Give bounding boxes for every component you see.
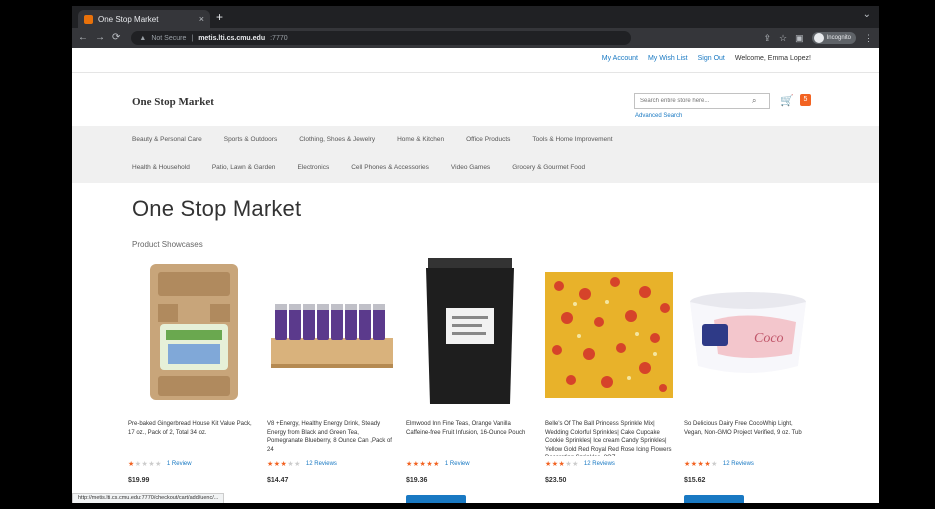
product-name[interactable]: Pre-baked Gingerbread House Kit Value Pa… [128, 420, 256, 456]
url-separator: | [191, 34, 194, 42]
product-rating: ★★★★★ 12 Reviews [267, 460, 395, 468]
favicon-icon [84, 14, 93, 24]
tab-close-icon[interactable]: × [199, 14, 204, 24]
url-path: :7770 [270, 34, 288, 42]
status-bar-url: http://metis.lti.cs.cmu.edu:7770/checkou… [72, 493, 225, 503]
tab-title: One Stop Market [98, 14, 159, 24]
not-secure-icon: ▲ [139, 34, 147, 42]
cart-count-badge: 5 [800, 94, 811, 106]
product-image-sprinkles[interactable] [545, 258, 673, 408]
product-price: $19.99 [128, 477, 150, 484]
reviews-link[interactable]: 1 Review [445, 461, 470, 467]
url-host: metis.lti.cs.cmu.edu [198, 34, 266, 42]
category-nav: Beauty & Personal Care Sports & Outdoors… [72, 126, 879, 183]
reload-button[interactable]: ⟳ [112, 33, 120, 43]
category-health[interactable]: Health & Household [132, 164, 190, 171]
profile-avatar [813, 33, 824, 43]
product-card: Pre-baked Gingerbread House Kit Value Pa… [128, 258, 256, 484]
rating-stars: ★★★★★ [684, 461, 718, 468]
search-icon[interactable]: ⌕ [752, 96, 756, 106]
my-account-link[interactable]: My Account [602, 55, 638, 62]
welcome-message: Welcome, Emma Lopez! [734, 55, 811, 62]
rating-stars: ★★★★★ [545, 461, 579, 468]
svg-text:Coco: Coco [754, 331, 784, 346]
category-office[interactable]: Office Products [466, 136, 510, 143]
header-divider [72, 72, 879, 73]
add-to-cart-button[interactable] [406, 495, 466, 503]
product-card: Coco So Delicious Dairy Free CocoWhip Li… [684, 258, 812, 484]
product-card: Elmwood Inn Fine Teas, Orange Vanilla Ca… [406, 258, 534, 484]
profile-button[interactable]: Incognito [811, 32, 856, 44]
my-wish-list-link[interactable]: My Wish List [648, 55, 688, 62]
product-rating: ★★★★★ 1 Review [406, 460, 534, 468]
new-tab-button[interactable]: + [216, 10, 223, 24]
browser-tab[interactable]: One Stop Market × [78, 10, 210, 28]
section-title: Product Showcases [132, 240, 203, 249]
tab-strip: One Stop Market × + ⌄ [72, 6, 879, 28]
search-input[interactable] [640, 98, 752, 104]
not-secure-label: Not Secure [151, 34, 187, 42]
back-button[interactable]: ← [78, 33, 88, 43]
category-home-kitchen[interactable]: Home & Kitchen [397, 136, 444, 143]
add-to-cart-button[interactable] [684, 495, 744, 503]
advanced-search-link[interactable]: Advanced Search [635, 113, 682, 119]
rating-stars: ★★★★★ [128, 461, 162, 468]
product-rating: ★★★★★ 12 Reviews [684, 460, 812, 468]
product-image-v8[interactable] [267, 258, 395, 408]
category-grocery[interactable]: Grocery & Gourmet Food [512, 164, 585, 171]
category-cell-phones[interactable]: Cell Phones & Accessories [351, 164, 429, 171]
category-electronics[interactable]: Electronics [297, 164, 329, 171]
tab-search-icon[interactable]: ⌄ [863, 9, 871, 20]
reviews-link[interactable]: 12 Reviews [723, 461, 754, 467]
product-rating: ★★★★★ 1 Review [128, 460, 256, 468]
product-price: $19.36 [406, 477, 428, 484]
category-beauty[interactable]: Beauty & Personal Care [132, 136, 202, 143]
product-price: $23.50 [545, 477, 567, 484]
reviews-link[interactable]: 12 Reviews [306, 461, 337, 467]
product-name[interactable]: Belle's Of The Ball Princess Sprinkle Mi… [545, 420, 673, 456]
header-links: My Account My Wish List Sign Out Welcome… [602, 55, 811, 62]
product-card: Belle's Of The Ball Princess Sprinkle Mi… [545, 258, 673, 484]
product-price: $15.62 [684, 477, 706, 484]
browser-toolbar: ← → ⟳ ▲ Not Secure | metis.lti.cs.cmu.ed… [72, 28, 879, 48]
rating-stars: ★★★★★ [267, 461, 301, 468]
product-card: V8 +Energy, Healthy Energy Drink, Steady… [267, 258, 395, 484]
reviews-link[interactable]: 1 Review [167, 461, 192, 467]
bookmark-star-icon[interactable]: ☆ [779, 33, 787, 44]
category-patio[interactable]: Patio, Lawn & Garden [212, 164, 276, 171]
product-image-tea[interactable] [406, 258, 534, 408]
web-page: My Account My Wish List Sign Out Welcome… [72, 48, 879, 503]
share-icon[interactable]: ⇪ [764, 33, 772, 44]
category-sports[interactable]: Sports & Outdoors [224, 136, 277, 143]
forward-button[interactable]: → [95, 33, 105, 43]
rating-stars: ★★★★★ [406, 461, 440, 468]
cart-icon[interactable]: 🛒 [780, 94, 794, 107]
browser-window: One Stop Market × + ⌄ ← → ⟳ ▲ Not Secure… [72, 6, 879, 503]
category-clothing[interactable]: Clothing, Shoes & Jewelry [299, 136, 375, 143]
category-row-2: Health & Household Patio, Lawn & Garden … [132, 164, 585, 171]
product-image-cocowhip[interactable]: Coco [684, 258, 812, 408]
product-showcase: Pre-baked Gingerbread House Kit Value Pa… [128, 258, 818, 503]
sign-out-link[interactable]: Sign Out [698, 55, 725, 62]
product-name[interactable]: Elmwood Inn Fine Teas, Orange Vanilla Ca… [406, 420, 534, 456]
product-rating: ★★★★★ 12 Reviews [545, 460, 673, 468]
category-row-1: Beauty & Personal Care Sports & Outdoors… [132, 136, 613, 143]
search-box: ⌕ [634, 93, 770, 109]
product-name[interactable]: V8 +Energy, Healthy Energy Drink, Steady… [267, 420, 395, 456]
product-name[interactable]: So Delicious Dairy Free CocoWhip Light, … [684, 420, 812, 456]
product-image-gingerbread[interactable] [128, 258, 256, 408]
reviews-link[interactable]: 12 Reviews [584, 461, 615, 467]
page-title: One Stop Market [132, 196, 302, 221]
extensions-icon[interactable]: ▣ [795, 33, 804, 44]
store-logo[interactable]: One Stop Market [132, 96, 214, 108]
category-video-games[interactable]: Video Games [451, 164, 490, 171]
category-tools[interactable]: Tools & Home Improvement [532, 136, 612, 143]
profile-name: Incognito [826, 35, 851, 41]
address-bar[interactable]: ▲ Not Secure | metis.lti.cs.cmu.edu :777… [131, 31, 632, 45]
product-price: $14.47 [267, 477, 289, 484]
menu-kebab-icon[interactable]: ⋮ [864, 33, 873, 44]
